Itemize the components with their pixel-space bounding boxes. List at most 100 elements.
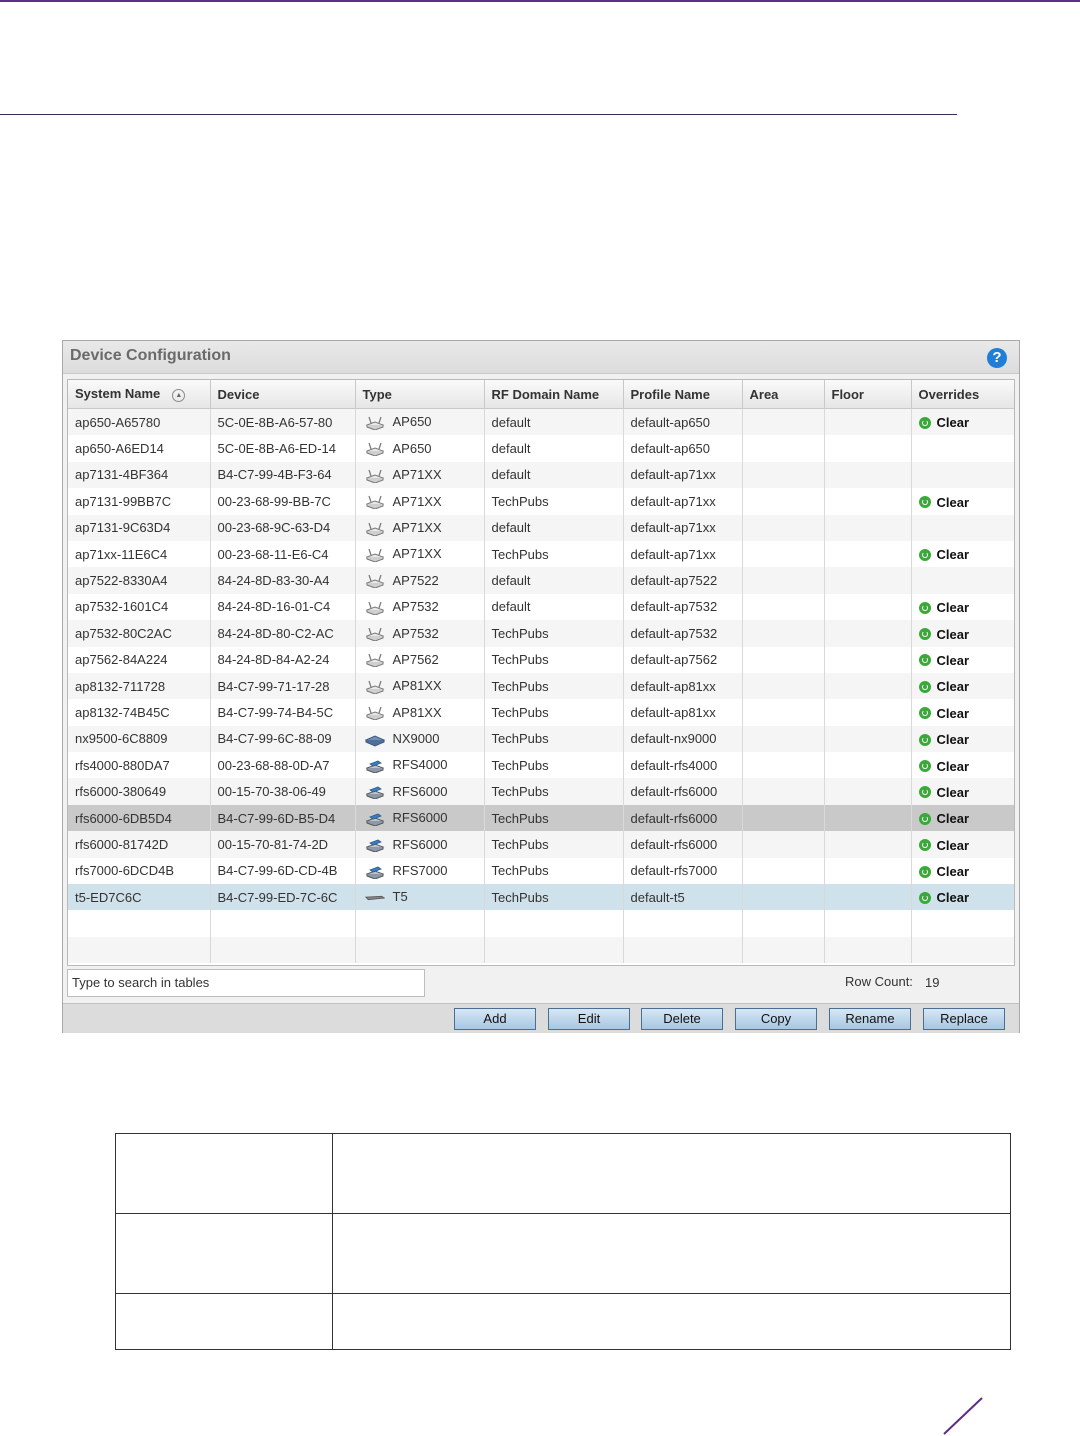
clear-override-button[interactable]: Clear [918, 838, 969, 853]
cell-rf-domain: TechPubs [484, 804, 624, 832]
table-row[interactable]: rfs4000-880DA7 00-23-68-88-0D-A7 RFS4000 Te… [68, 752, 1014, 779]
cell-system-name: ap650-A65780 [68, 408, 211, 436]
clear-override-button[interactable]: Clear [918, 890, 969, 905]
cell-device: 00-23-68-11-E6-C4 [210, 540, 356, 568]
search-input[interactable]: Type to search in tables [67, 969, 425, 997]
cell-device: B4-C7-99-ED-7C-6C [210, 884, 356, 911]
clear-override-button[interactable]: Clear [918, 864, 969, 879]
table-row[interactable]: ap650-A6ED14 5C-0E-8B-A6-ED-14 AP650 defaul… [68, 435, 1014, 462]
ap-icon [363, 626, 393, 642]
table-row[interactable]: ap8132-74B45C B4-C7-99-74-B4-5C AP81XX Tech… [68, 699, 1014, 726]
sort-ascending-icon[interactable]: ▲ [172, 388, 186, 402]
cell-rf-domain: default [484, 514, 624, 541]
clear-label: Clear [936, 600, 970, 616]
column-header-type[interactable]: Type [355, 380, 485, 409]
table-row[interactable]: rfs7000-6DCD4B B4-C7-99-6D-CD-4B RFS7000 Te… [68, 857, 1014, 885]
rename-button[interactable]: Rename [829, 1008, 911, 1030]
clear-icon [918, 865, 931, 878]
cell-floor [824, 620, 912, 647]
cell-area [742, 752, 825, 779]
cell-system-name: ap7532-80C2AC [68, 620, 211, 647]
cell-floor [824, 488, 912, 515]
cell-device: 84-24-8D-83-30-A4 [210, 567, 356, 594]
cell-type-label: AP650 [392, 414, 432, 430]
edit-button[interactable]: Edit [548, 1008, 630, 1030]
clear-icon [918, 496, 931, 509]
cell-overrides [911, 567, 1014, 594]
column-header-system-name[interactable]: System Name ▲ [68, 380, 211, 409]
table-row[interactable]: nx9500-6C8809 B4-C7-99-6C-88-09 NX9000 Tech… [68, 725, 1014, 753]
table-row[interactable]: rfs6000-6DB5D4 B4-C7-99-6D-B5-D4 RFS6000 Te… [68, 804, 1014, 832]
empty-cell [623, 910, 743, 937]
table-row[interactable]: ap7532-1601C4 84-24-8D-16-01-C4 AP7532 defa… [68, 593, 1014, 621]
cell-rf-domain: default [484, 408, 624, 436]
table-row[interactable]: ap7131-99BB7C 00-23-68-99-BB-7C AP71XX Tech… [68, 488, 1014, 515]
table-row[interactable]: ap7532-80C2AC 84-24-8D-80-C2-AC AP7532 Tech… [68, 620, 1014, 647]
column-header-floor[interactable]: Floor [824, 380, 912, 409]
clear-override-button[interactable]: Clear [918, 547, 969, 562]
cell-rf-domain: default [484, 461, 624, 489]
cell-area [742, 884, 825, 911]
cell-device: B4-C7-99-4B-F3-64 [210, 461, 356, 489]
ap-icon [363, 414, 393, 430]
column-header-profile-name[interactable]: Profile Name [623, 380, 743, 409]
table-row[interactable]: ap71xx-11E6C4 00-23-68-11-E6-C4 AP71XX Tech… [68, 540, 1014, 568]
replace-button[interactable]: Replace [923, 1008, 1005, 1030]
clear-override-button[interactable]: Clear [918, 415, 969, 430]
cell-floor [824, 593, 912, 621]
clear-override-button[interactable]: Clear [918, 811, 969, 826]
clear-icon [918, 654, 931, 667]
cell-type-label: AP71XX [392, 467, 442, 483]
clear-override-button[interactable]: Clear [918, 495, 969, 510]
cell-rf-domain: TechPubs [484, 699, 624, 726]
empty-cell [824, 910, 912, 937]
cell-overrides: Clear [911, 752, 1014, 779]
clear-override-button[interactable]: Clear [918, 653, 969, 668]
cell-device: B4-C7-99-74-B4-5C [210, 699, 356, 726]
delete-button[interactable]: Delete [641, 1008, 723, 1030]
clear-override-button[interactable]: Clear [918, 627, 969, 642]
clear-override-button[interactable]: Clear [918, 600, 970, 616]
clear-override-button[interactable]: Clear [918, 706, 969, 721]
empty-cell [68, 910, 211, 937]
cell-rf-domain: TechPubs [484, 620, 624, 647]
cell-system-name: ap7532-1601C4 [68, 593, 211, 621]
column-header-device[interactable]: Device [210, 380, 356, 409]
clear-override-button[interactable]: Clear [918, 785, 969, 800]
clear-icon [918, 891, 931, 904]
ap-icon [363, 467, 393, 483]
cell-area [742, 620, 825, 647]
table-row[interactable]: ap7131-9C63D4 00-23-68-9C-63-D4 AP71XX defa… [68, 514, 1014, 541]
cell-profile: default-ap81xx [623, 672, 743, 700]
cell-type-label: AP71XX [392, 546, 442, 562]
clear-override-button[interactable]: Clear [918, 732, 969, 747]
column-header-area[interactable]: Area [742, 380, 825, 409]
device-table: System Name ▲ Device Type RF Domain Name … [68, 380, 1014, 964]
table-row[interactable]: t5-ED7C6C B4-C7-99-ED-7C-6C T5 TechPubs defa… [68, 884, 1014, 911]
table-row[interactable]: ap7522-8330A4 84-24-8D-83-30-A4 AP7522 defa… [68, 567, 1014, 594]
cell-system-name: ap7562-84A224 [68, 646, 211, 673]
column-header-overrides[interactable]: Overrides [911, 380, 1014, 409]
help-icon[interactable]: ? [987, 348, 1007, 368]
table-row[interactable]: ap7131-4BF364 B4-C7-99-4B-F3-64 AP71XX defa… [68, 461, 1014, 489]
table-row[interactable]: rfs6000-380649 00-15-70-38-06-49 RFS6000 Te… [68, 778, 1014, 805]
cell-profile: default-rfs7000 [623, 857, 743, 885]
cell-type: AP81XX [355, 672, 485, 700]
table-row[interactable]: ap8132-711728 B4-C7-99-71-17-28 AP81XX Tech… [68, 672, 1014, 700]
cell-area [742, 488, 825, 515]
cell-type: T5 [355, 884, 485, 911]
clear-override-button[interactable]: Clear [918, 679, 969, 694]
column-header-rf-domain-name[interactable]: RF Domain Name [484, 380, 624, 409]
add-button[interactable]: Add [454, 1008, 536, 1030]
copy-button[interactable]: Copy [735, 1008, 817, 1030]
cell-system-name: nx9500-6C8809 [68, 725, 211, 753]
cell-device: 84-24-8D-80-C2-AC [210, 620, 356, 647]
table-row[interactable]: ap650-A65780 5C-0E-8B-A6-57-80 AP650 defaul… [68, 408, 1014, 436]
cell-type-label: T5 [392, 889, 408, 905]
empty-cell [623, 936, 743, 964]
table-row[interactable]: rfs6000-81742D 00-15-70-81-74-2D RFS6000 Te… [68, 831, 1014, 858]
rfs-icon [363, 757, 393, 774]
clear-override-button[interactable]: Clear [918, 759, 969, 774]
table-row[interactable]: ap7562-84A224 84-24-8D-84-A2-24 AP7562 Tech… [68, 646, 1014, 673]
cell-profile: default-ap81xx [623, 699, 743, 726]
